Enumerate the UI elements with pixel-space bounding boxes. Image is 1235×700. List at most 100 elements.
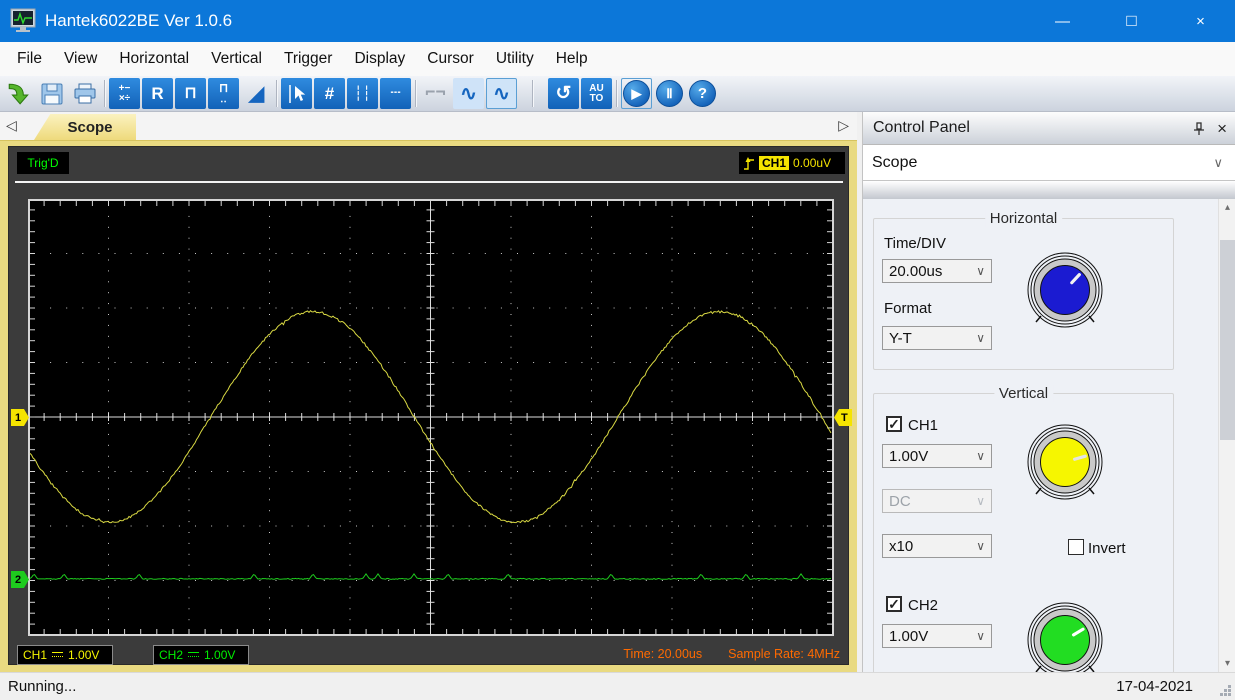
trigger-level-marker[interactable]: T: [834, 409, 852, 426]
control-panel-header: Control Panel ×: [863, 112, 1235, 145]
menu-display[interactable]: Display: [343, 42, 416, 76]
square-wave-alt-icon[interactable]: ⊓ ‥: [208, 78, 239, 109]
menu-file[interactable]: File: [6, 42, 53, 76]
cursor-select-icon[interactable]: [281, 78, 312, 109]
waveform-plot[interactable]: [28, 199, 834, 636]
horizontal-group: Horizontal Time/DIV 20.00us ∨ Format Y-T…: [873, 210, 1174, 370]
autoset-icon[interactable]: AU TO: [581, 78, 612, 109]
time-per-div: Time: 20.00us: [623, 647, 703, 661]
math-icon[interactable]: +− ×÷: [109, 78, 140, 109]
step-interpolation-icon[interactable]: ⌐¬: [420, 78, 451, 109]
maximize-button[interactable]: □: [1097, 0, 1166, 42]
ch1-probe-select[interactable]: x10 ∨: [882, 534, 992, 558]
menu-vertical[interactable]: Vertical: [200, 42, 273, 76]
save-icon[interactable]: [36, 78, 67, 109]
trigger-level-value: 0.00uV: [793, 156, 832, 170]
sample-rate: Sample Rate: 4MHz: [728, 647, 840, 661]
panel-content: Horizontal Time/DIV 20.00us ∨ Format Y-T…: [863, 199, 1235, 672]
ch1-vertical-knob[interactable]: [1025, 422, 1105, 502]
trigger-status: Trig'D: [17, 152, 69, 174]
chevron-down-icon: ∨: [1213, 154, 1223, 170]
toolbar: +− ×÷ R ⊓ ⊓ ‥ ◢ # ┆┆ ┄ ⌐¬ ∿ ∿ ↺ AU TO ▶ Ⅱ ?: [0, 76, 1235, 112]
panel-scrollbar[interactable]: ▴ ▾: [1218, 199, 1235, 672]
control-panel-title: Control Panel: [873, 119, 970, 136]
panel-mode-select[interactable]: Scope ∨: [863, 145, 1235, 181]
dc-coupling-icon: [188, 651, 200, 659]
trigger-indicator: CH1 0.00uV: [739, 152, 845, 174]
invert-label: Invert: [1088, 540, 1126, 557]
tab-scroll-left-icon[interactable]: ◁: [6, 117, 17, 134]
chevron-down-icon: ∨: [976, 449, 985, 463]
horizontal-cursors-icon[interactable]: ┄: [380, 78, 411, 109]
ch2-vertical-knob[interactable]: [1025, 600, 1105, 672]
menu-trigger[interactable]: Trigger: [273, 42, 344, 76]
application-window: Hantek6022BE Ver 1.0.6 — □ × File View H…: [0, 0, 1235, 700]
resize-grip[interactable]: [1228, 693, 1231, 696]
tab-bar: ◁ Scope ▷: [0, 112, 857, 140]
menu-utility[interactable]: Utility: [485, 42, 545, 76]
open-icon[interactable]: [3, 78, 34, 109]
square-wave-icon[interactable]: ⊓: [175, 78, 206, 109]
ch1-checkbox-label: CH1: [908, 417, 939, 434]
format-label: Format: [884, 300, 932, 317]
linear-interpolation-icon[interactable]: ∿: [453, 78, 484, 109]
format-select[interactable]: Y-T ∨: [882, 326, 992, 350]
chevron-down-icon: ∨: [976, 494, 985, 508]
toolbar-separator: [415, 80, 416, 107]
timebase-readout: Time: 20.00us Sample Rate: 4MHz: [623, 647, 840, 661]
pin-icon[interactable]: [1193, 122, 1205, 135]
menu-view[interactable]: View: [53, 42, 108, 76]
ramp-icon[interactable]: ◢: [241, 78, 272, 109]
horizontal-knob[interactable]: [1025, 250, 1105, 330]
ch2-scale-select[interactable]: 1.00V ∨: [882, 624, 992, 648]
status-bar: Running... 17-04-2021: [0, 672, 1235, 700]
vertical-cursors-icon[interactable]: ┆┆: [347, 78, 378, 109]
scroll-up-icon[interactable]: ▴: [1219, 199, 1235, 216]
scroll-down-icon[interactable]: ▾: [1219, 655, 1235, 672]
time-div-label: Time/DIV: [884, 235, 946, 252]
grid-icon[interactable]: #: [314, 78, 345, 109]
toolbar-separator: [616, 80, 617, 107]
tab-scroll-right-icon[interactable]: ▷: [838, 117, 849, 134]
menu-cursor[interactable]: Cursor: [416, 42, 485, 76]
close-button[interactable]: ×: [1166, 0, 1235, 42]
pause-button[interactable]: Ⅱ: [654, 78, 685, 109]
toolbar-separator: [276, 80, 277, 107]
chevron-down-icon: ∨: [976, 331, 985, 345]
menu-help[interactable]: Help: [545, 42, 599, 76]
dc-coupling-icon: [52, 651, 64, 659]
sine-interpolation-icon[interactable]: ∿: [486, 78, 517, 109]
print-icon[interactable]: [69, 78, 100, 109]
toolbar-separator: [104, 80, 105, 107]
ch2-checkbox[interactable]: ✓: [886, 596, 902, 612]
title-bar: Hantek6022BE Ver 1.0.6 — □ ×: [0, 0, 1235, 42]
start-button[interactable]: ▶: [621, 78, 652, 109]
chevron-down-icon: ∨: [976, 629, 985, 643]
ch1-scale-readout: CH1 1.00V: [17, 645, 113, 665]
ch1-checkbox[interactable]: ✓: [886, 416, 902, 432]
rising-edge-icon: [744, 157, 754, 170]
reference-icon[interactable]: R: [142, 78, 173, 109]
ch2-position-marker[interactable]: 2: [11, 571, 29, 588]
ch1-coupling-select: DC ∨: [882, 489, 992, 513]
scope-separator: [15, 181, 843, 183]
control-panel: Control Panel × Scope ∨ Horizontal Time/…: [862, 112, 1235, 672]
tab-scope[interactable]: Scope: [34, 114, 136, 140]
status-text: Running...: [8, 678, 77, 695]
help-button[interactable]: ?: [687, 78, 718, 109]
trigger-source-badge: CH1: [759, 156, 790, 170]
scrollbar-thumb[interactable]: [1220, 240, 1235, 440]
time-div-select[interactable]: 20.00us ∨: [882, 259, 992, 283]
undo-icon[interactable]: ↺: [548, 78, 579, 109]
minimize-button[interactable]: —: [1028, 0, 1097, 42]
ch1-position-marker[interactable]: 1: [11, 409, 29, 426]
window-title: Hantek6022BE Ver 1.0.6: [45, 11, 233, 30]
invert-checkbox[interactable]: [1068, 539, 1084, 555]
app-icon: [10, 8, 36, 32]
scope-panel: Trig'D CH1 0.00uV 1 2 T CH1 1.00V CH2 1.00…: [0, 140, 857, 672]
ch1-scale-select[interactable]: 1.00V ∨: [882, 444, 992, 468]
status-date: 17-04-2021: [1116, 678, 1193, 695]
menu-horizontal[interactable]: Horizontal: [108, 42, 200, 76]
panel-close-icon[interactable]: ×: [1217, 120, 1227, 137]
chevron-down-icon: ∨: [976, 264, 985, 278]
